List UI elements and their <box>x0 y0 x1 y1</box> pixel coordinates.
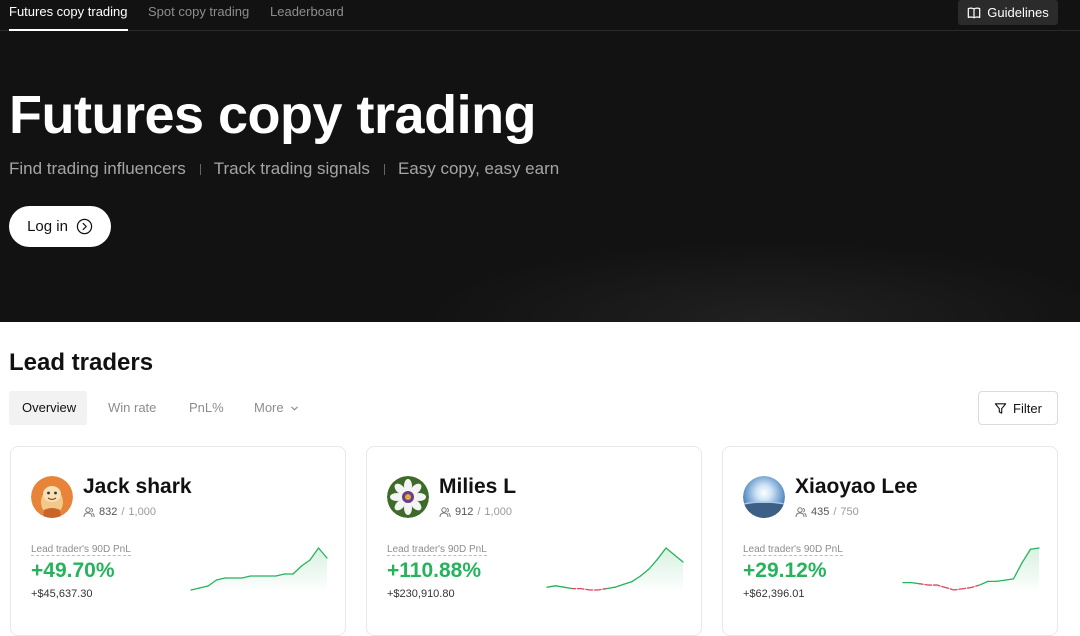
trader-name: Xiaoyao Lee <box>795 475 918 498</box>
chevron-circle-right-icon <box>76 218 93 235</box>
followers-max: 1,000 <box>484 506 512 518</box>
sparkline-area <box>547 548 683 593</box>
guidelines-button[interactable]: Guidelines <box>958 0 1058 25</box>
tab-leaderboard[interactable]: Leaderboard <box>270 0 344 31</box>
hero-subtitle-2: Track trading signals <box>213 159 370 178</box>
login-button[interactable]: Log in <box>9 206 111 247</box>
lead-traders-title: Lead traders <box>9 349 154 376</box>
guidelines-label: Guidelines <box>987 5 1049 20</box>
book-icon <box>967 7 981 18</box>
users-icon <box>795 507 807 518</box>
follower-count: 912/1,000 <box>439 506 512 518</box>
sparkline-chart <box>190 547 328 593</box>
more-label: More <box>254 400 284 415</box>
pnl-amount: +$45,637.30 <box>31 588 93 600</box>
top-navigation: Futures copy trading Spot copy trading L… <box>0 0 1080 31</box>
filter-label: Filter <box>1013 400 1042 416</box>
filter-button[interactable]: Filter <box>978 391 1058 425</box>
sparkline-chart <box>546 547 684 593</box>
followers-current: 435 <box>811 506 830 518</box>
avatar <box>387 476 429 518</box>
avatar <box>743 476 785 518</box>
users-icon <box>439 507 451 518</box>
hero-subtitle-row: Find trading influencers Track trading s… <box>9 158 559 180</box>
followers-current: 912 <box>455 506 474 518</box>
trader-card[interactable]: Milies L 912/1,000 Lead trader's 90D PnL… <box>366 446 702 636</box>
pnl-label: Lead trader's 90D PnL <box>387 544 487 556</box>
sky-avatar-icon <box>743 476 785 518</box>
tab-spot-copy-trading[interactable]: Spot copy trading <box>148 0 249 31</box>
tab-futures-copy-trading[interactable]: Futures copy trading <box>9 0 128 31</box>
hero-subtitle-3: Easy copy, easy earn <box>397 159 560 178</box>
followers-max: 750 <box>840 506 859 518</box>
follower-count: 832/1,000 <box>83 506 156 518</box>
cartoon-avatar-icon <box>31 476 73 518</box>
pnl-label: Lead trader's 90D PnL <box>31 544 131 556</box>
tab-win-rate[interactable]: Win rate <box>108 391 156 425</box>
pnl-amount: +$230,910.80 <box>387 588 455 600</box>
trader-card[interactable]: Jack shark 832/1,000 Lead trader's 90D P… <box>10 446 346 636</box>
hero-subtitle-1: Find trading influencers <box>9 159 186 178</box>
users-icon <box>83 507 95 518</box>
followers-max: 1,000 <box>128 506 156 518</box>
pnl-label: Lead trader's 90D PnL <box>743 544 843 556</box>
pnl-amount: +$62,396.01 <box>743 588 805 600</box>
subtitle-divider <box>199 163 201 175</box>
avatar <box>31 476 73 518</box>
page-title: Futures copy trading <box>9 85 537 145</box>
tab-pnl-percent[interactable]: PnL% <box>189 391 224 425</box>
follower-count: 435/750 <box>795 506 859 518</box>
pnl-sparkline <box>902 545 1040 593</box>
tab-more-dropdown[interactable]: More <box>254 391 299 425</box>
subtitle-divider <box>383 163 385 175</box>
sparkline-area <box>191 548 327 593</box>
funnel-icon <box>994 402 1007 414</box>
pnl-percent: +29.12% <box>743 559 827 582</box>
tab-overview[interactable]: Overview <box>9 391 87 425</box>
pnl-sparkline <box>546 545 684 593</box>
flower-avatar-icon <box>387 476 429 518</box>
trader-card[interactable]: Xiaoyao Lee 435/750 Lead trader's 90D Pn… <box>722 446 1058 636</box>
hero-background-glow <box>420 240 1080 322</box>
sparkline-chart <box>902 547 1040 593</box>
pnl-percent: +49.70% <box>31 559 115 582</box>
trader-name: Jack shark <box>83 475 192 498</box>
pnl-percent: +110.88% <box>387 559 482 582</box>
hero-banner: Futures copy trading Spot copy trading L… <box>0 0 1080 322</box>
trader-name: Milies L <box>439 475 517 498</box>
chevron-down-icon <box>290 406 298 410</box>
pnl-sparkline <box>190 545 328 593</box>
followers-current: 832 <box>99 506 118 518</box>
login-label: Log in <box>27 218 68 235</box>
